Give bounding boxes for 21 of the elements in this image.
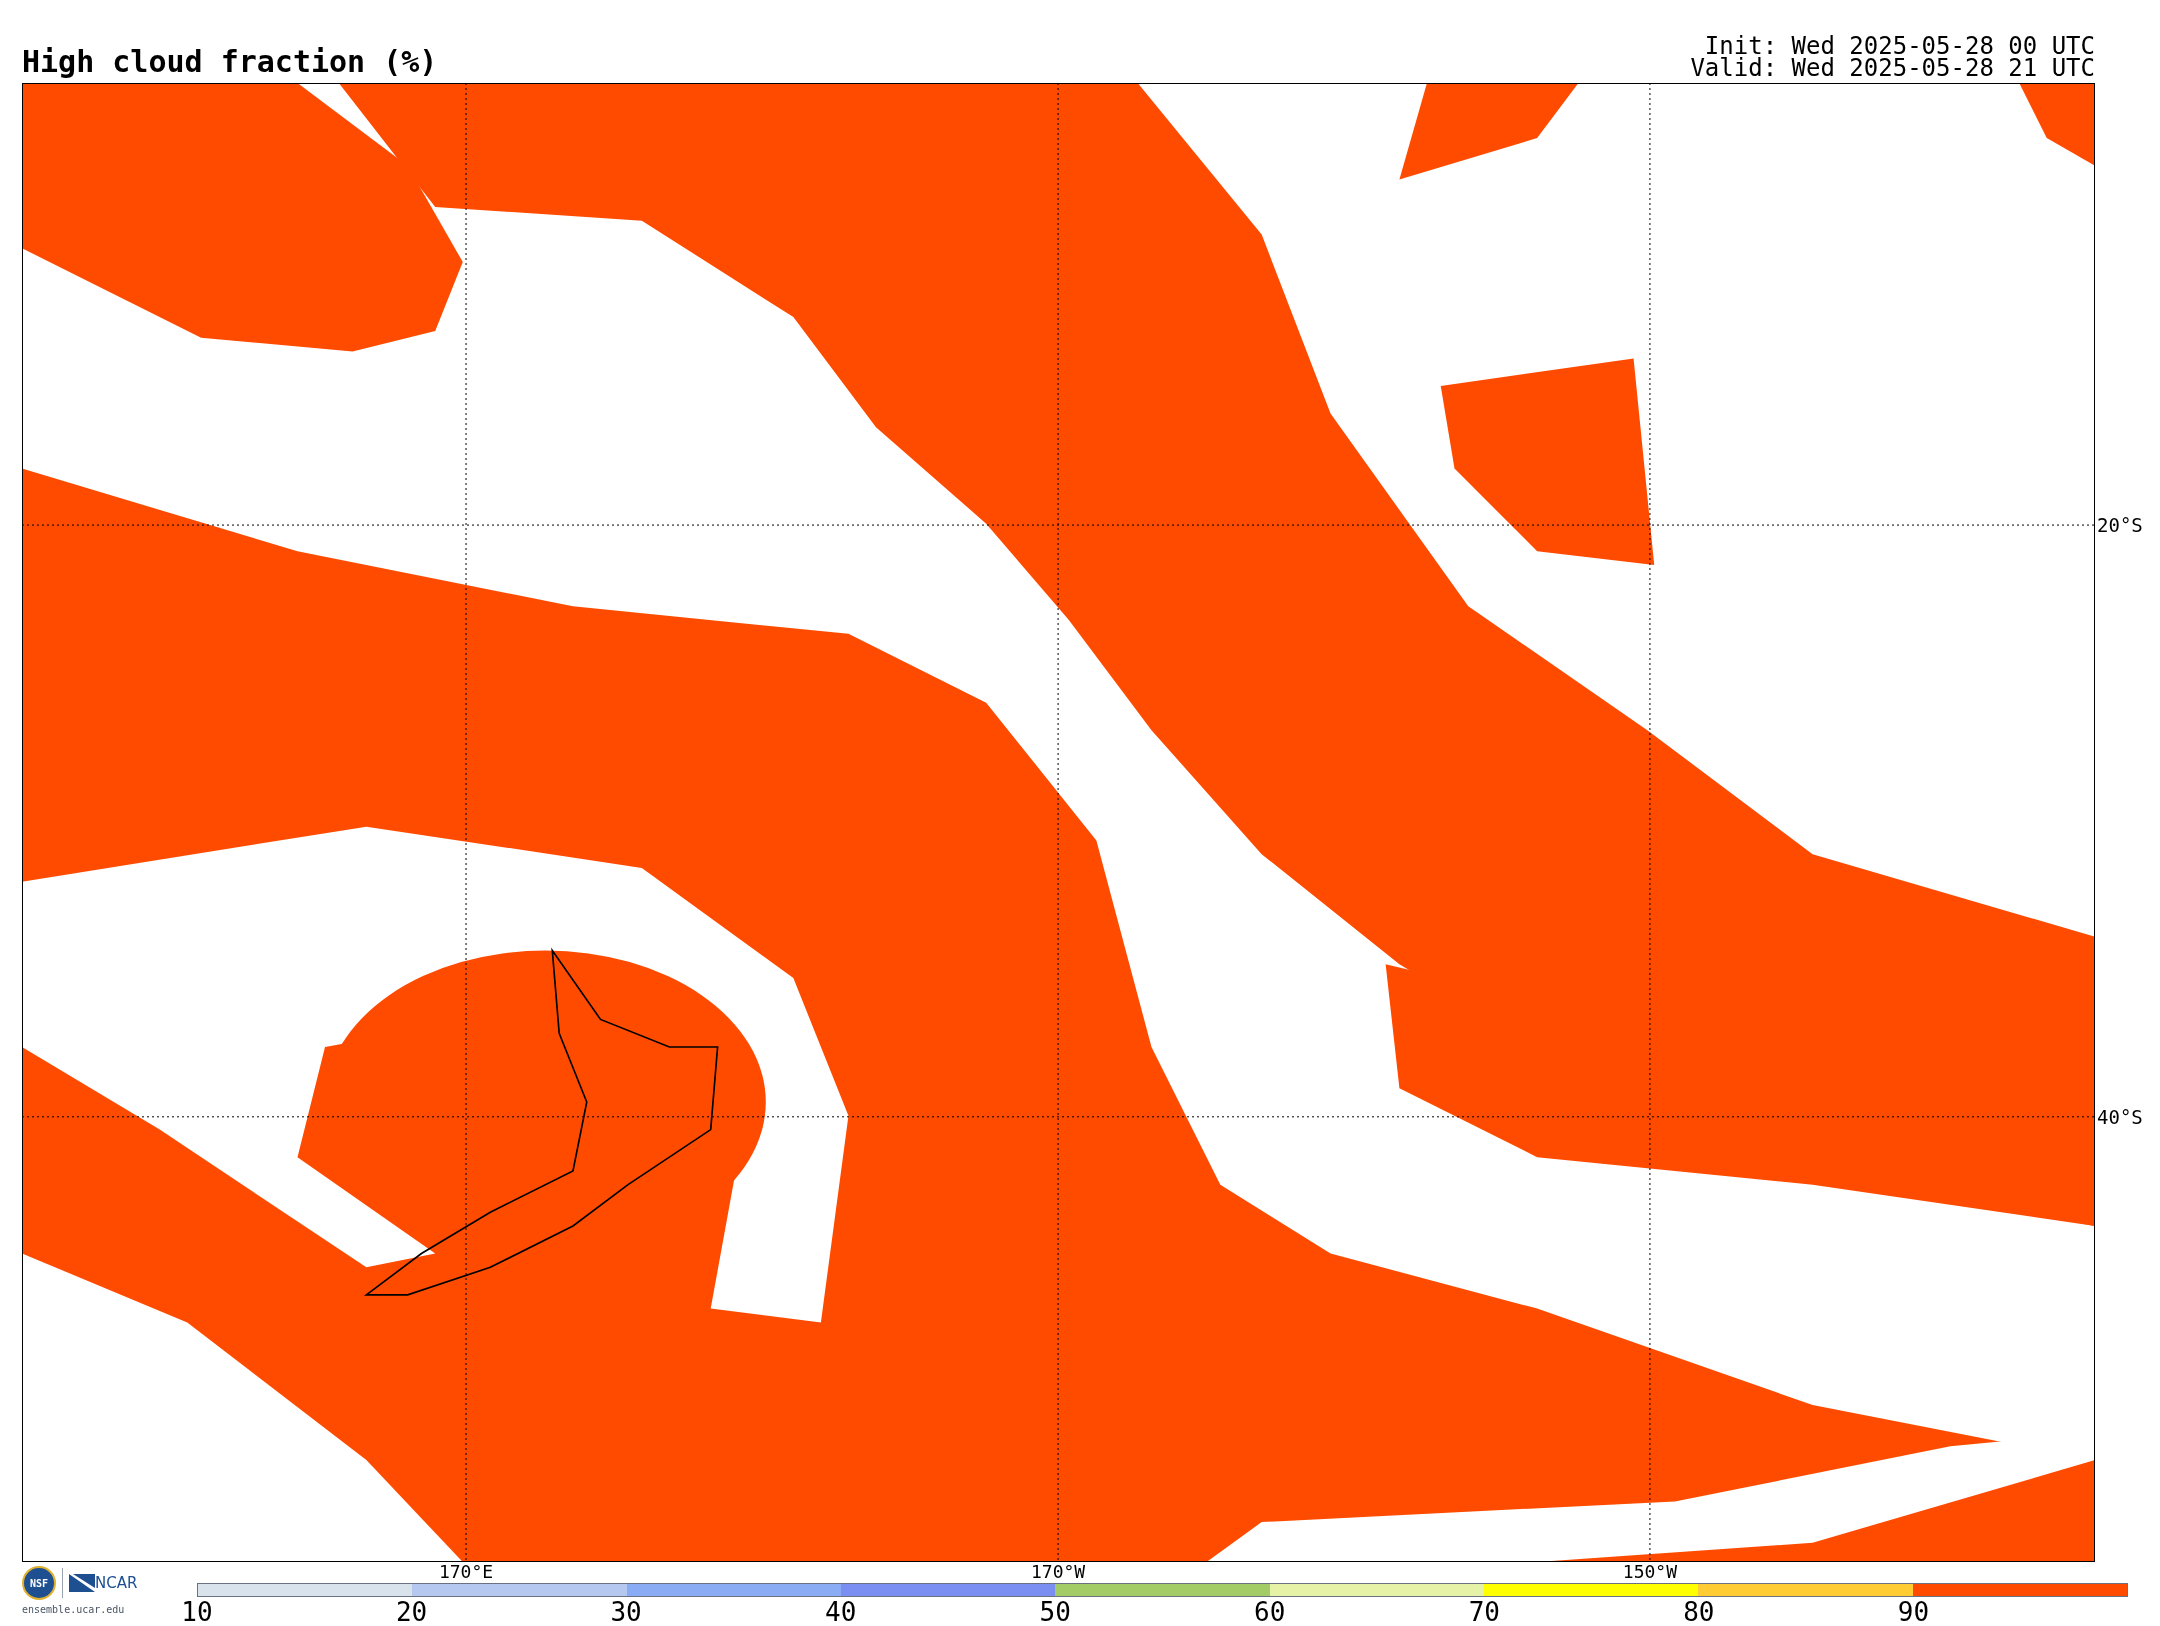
latitude-label: 40°S (2097, 1107, 2143, 1127)
valid-time: Valid: Wed 2025-05-28 21 UTC (1690, 57, 2095, 79)
scale-tick-label: 50 (1039, 1599, 1071, 1625)
latitude-label: 20°S (2097, 515, 2143, 535)
flag-icon (69, 1574, 95, 1592)
plot-title: High cloud fraction (%) (22, 47, 438, 81)
site-url: ensemble.ucar.edu (22, 1603, 125, 1617)
scale-tick-label: 30 (610, 1599, 642, 1625)
scale-tick-label: 70 (1468, 1599, 1500, 1625)
scale-tick-label: 40 (825, 1599, 857, 1625)
scale-tick-label: 10 (181, 1599, 213, 1625)
init-time: Init: Wed 2025-05-28 00 UTC (1704, 35, 2095, 57)
longitude-label: 150°W (1622, 1563, 1677, 1581)
org-logo-text: NCAR (95, 1572, 138, 1594)
longitude-label: 170°W (1031, 1563, 1086, 1581)
emblem-logo: NSF (22, 1566, 56, 1600)
scale-tick-label: 60 (1254, 1599, 1286, 1625)
longitude-label: 170°E (438, 1563, 494, 1581)
scale-tick-label: 90 (1897, 1599, 1930, 1625)
scale-tick-label: 20 (395, 1599, 428, 1625)
scale-tick-label: 80 (1683, 1599, 1715, 1625)
